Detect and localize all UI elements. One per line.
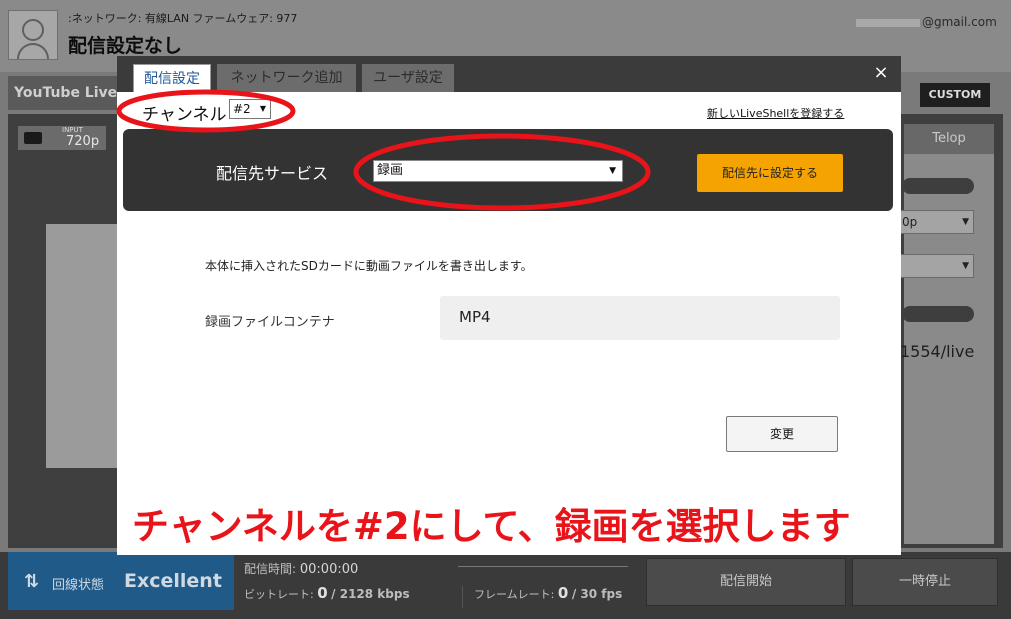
annotation-circle-service (353, 133, 651, 211)
annotation-circle-channel (116, 89, 296, 133)
annotation-caption: チャンネルを#2にして、録画を選択します (132, 505, 851, 548)
